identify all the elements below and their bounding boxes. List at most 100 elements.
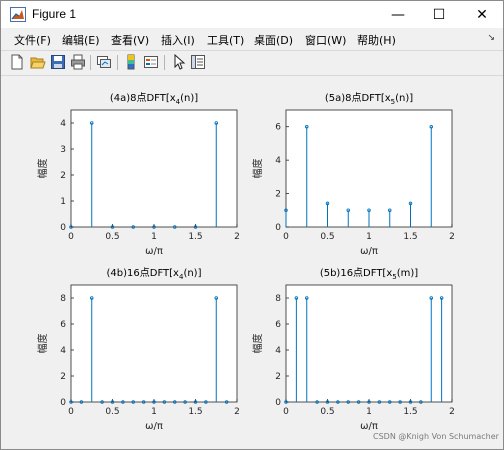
y-tick-label: 3: [60, 145, 66, 155]
y-tick-label: 2: [60, 372, 66, 382]
x-tick-label: 0: [283, 232, 289, 242]
title-main: (4a)8点DFT[x: [110, 92, 176, 104]
toolbar-separator: [90, 55, 91, 70]
minimize-icon: —: [391, 6, 405, 23]
x-tick-label: 1.5: [403, 232, 417, 242]
new-figure-icon[interactable]: [9, 54, 25, 70]
x-axis-label: ω/π: [145, 246, 163, 257]
x-tick-label: 1: [366, 407, 372, 417]
menu-overflow-arrow-icon[interactable]: ↘: [487, 33, 495, 43]
axes-box[interactable]: [70, 109, 238, 228]
y-axis-label: 幅度: [36, 334, 49, 354]
menu-edit[interactable]: 编辑(E): [62, 32, 100, 48]
x-tick-label: 2: [234, 407, 240, 417]
menu-file[interactable]: 文件(F): [14, 32, 51, 48]
x-tick-label: 0.5: [105, 407, 119, 417]
x-tick-label: 0: [68, 232, 74, 242]
y-tick-label: 6: [60, 320, 66, 330]
axes-box[interactable]: [285, 109, 453, 228]
y-tick-label: 8: [275, 294, 281, 304]
subplot-4: 0 0.5 1 1.5 2 0 2 4 6 8 (5b)16点DFT[x5(m)] ω/π 幅度: [251, 267, 455, 432]
matlab-logo-icon: [10, 7, 26, 26]
x-axis-label: ω/π: [360, 246, 378, 257]
link-plot-icon[interactable]: [96, 54, 112, 70]
legend-icon[interactable]: [143, 54, 159, 70]
y-tick-label: 4: [60, 346, 66, 356]
print-icon[interactable]: [70, 54, 86, 70]
menu-desktop[interactable]: 桌面(D): [254, 32, 293, 48]
x-tick-label: 1.5: [188, 407, 202, 417]
close-button[interactable]: ✕: [464, 1, 500, 28]
y-axis-label: 幅度: [251, 159, 264, 179]
menu-window[interactable]: 窗口(W): [305, 32, 346, 48]
maximize-button[interactable]: ☐: [421, 1, 457, 28]
open-file-icon[interactable]: [30, 54, 46, 70]
figure-window: Figure 1 — ☐ ✕ 文件(F) 编辑(E) 查看(V) 插入(I) 工…: [0, 0, 504, 450]
toolbar-separator: [117, 55, 118, 70]
toolbar-separator: [164, 55, 165, 70]
menu-tools[interactable]: 工具(T): [207, 32, 244, 48]
subplot-title: (4b)16点DFT[x4(n)]: [107, 267, 202, 281]
minimize-button[interactable]: —: [380, 1, 416, 28]
menu-bar: 文件(F) 编辑(E) 查看(V) 插入(I) 工具(T) 桌面(D) 窗口(W…: [1, 30, 503, 48]
title-tail: (m)]: [397, 268, 419, 279]
maximize-icon: ☐: [432, 6, 446, 23]
y-tick-label: 6: [275, 320, 281, 330]
subplot-3: 0 0.5 1 1.5 2 0 2 4 6 8 (4b)16点DFT[x4(n)] ω/π 幅度: [36, 267, 240, 432]
save-icon[interactable]: [50, 54, 66, 70]
subplot-2: 0 0.5 1 1.5 2 0 2 4 6 (5a)8点DFT[x5(n)] ω/π 幅度: [251, 92, 455, 257]
title-bar[interactable]: Figure 1 — ☐ ✕: [1, 1, 503, 28]
window-title: Figure 1: [32, 7, 77, 21]
title-tail: (n)]: [180, 93, 198, 104]
close-icon: ✕: [476, 6, 488, 23]
menu-insert[interactable]: 插入(I): [161, 32, 195, 48]
figure-toolbar: [1, 50, 503, 76]
y-axis-label: 幅度: [36, 159, 49, 179]
x-tick-label: 0.5: [105, 232, 119, 242]
y-tick-label: 2: [275, 190, 281, 200]
y-tick-label: 0: [60, 223, 66, 233]
y-tick-label: 1: [60, 197, 66, 207]
property-editor-icon[interactable]: [190, 54, 206, 70]
y-tick-label: 4: [275, 346, 281, 356]
x-tick-label: 0.5: [320, 407, 334, 417]
subplot-title: (5b)16点DFT[x5(m)]: [320, 267, 418, 281]
title-main: (4b)16点DFT[x: [107, 267, 180, 279]
x-tick-label: 1: [151, 407, 157, 417]
y-tick-label: 8: [60, 294, 66, 304]
figure-canvas: 0 0.5 1 1.5 2 0 1 2 3 4 (4a)8点DFT[x4(n)] ω/π 幅度 0 0.5 1…: [3, 76, 501, 444]
x-tick-label: 1.5: [188, 232, 202, 242]
x-tick-label: 2: [449, 232, 455, 242]
title-main: (5a)8点DFT[x: [325, 92, 391, 104]
menu-view[interactable]: 查看(V): [111, 32, 149, 48]
x-tick-label: 0: [68, 407, 74, 417]
y-tick-label: 2: [275, 372, 281, 382]
y-tick-label: 4: [275, 156, 281, 166]
subplot-grid: 0 0.5 1 1.5 201234(4a)8点DFT[x4(n)]ω/π幅度0 0.5 1…: [36, 92, 455, 432]
x-tick-label: 2: [234, 232, 240, 242]
title-tail: (n)]: [395, 93, 413, 104]
title-tail: (n)]: [183, 268, 201, 279]
y-tick-label: 0: [275, 398, 281, 408]
x-axis-label: ω/π: [360, 421, 378, 432]
y-tick-label: 4: [60, 119, 66, 129]
axes-box[interactable]: [285, 284, 453, 403]
x-tick-label: 0: [283, 407, 289, 417]
y-tick-label: 6: [275, 123, 281, 133]
menu-help[interactable]: 帮助(H): [357, 32, 396, 48]
y-tick-label: 2: [60, 171, 66, 181]
y-tick-label: 0: [275, 223, 281, 233]
title-main: (5b)16点DFT[x: [320, 267, 393, 279]
x-tick-label: 1: [366, 232, 372, 242]
subplot-1: 0 0.5 1 1.5 2 0 1 2 3 4 (4a)8点DFT[x4(n)] ω/π 幅度: [36, 92, 240, 257]
edit-pointer-icon[interactable]: [171, 53, 187, 70]
y-axis-label: 幅度: [251, 334, 264, 354]
x-tick-label: 1: [151, 232, 157, 242]
colorbar-icon[interactable]: [123, 54, 139, 70]
subplot-title: (5a)8点DFT[x5(n)]: [325, 92, 413, 106]
subplot-title: (4a)8点DFT[x4(n)]: [110, 92, 198, 106]
x-tick-label: 1.5: [403, 407, 417, 417]
x-tick-label: 0.5: [320, 232, 334, 242]
axes-box[interactable]: [70, 284, 238, 403]
x-axis-label: ω/π: [145, 421, 163, 432]
